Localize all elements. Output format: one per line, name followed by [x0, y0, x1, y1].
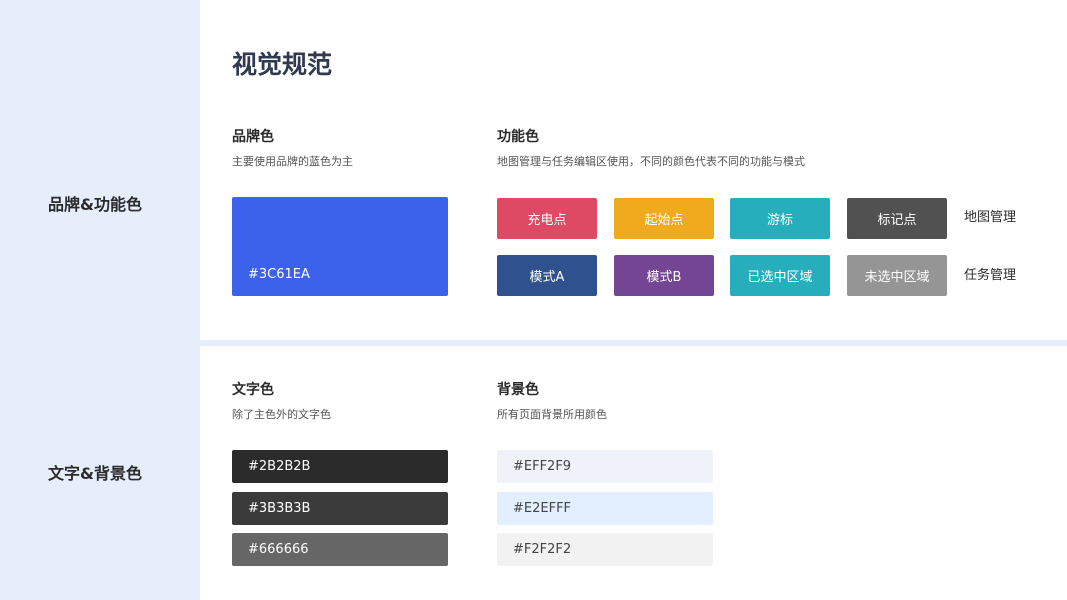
function-chip-mode-b: 模式B: [614, 255, 714, 296]
brand-color-hex: #3C61EA: [248, 267, 310, 282]
function-chip-cursor: 游标: [730, 198, 830, 239]
function-chip-selected-area: 已选中区域: [730, 255, 830, 296]
function-chip-charging-point: 充电点: [497, 198, 597, 239]
background-color-swatch: #E2EFFF: [497, 492, 713, 525]
sidebar-label-brand-function: 品牌&功能色: [48, 195, 142, 214]
text-color-swatch: #3B3B3B: [232, 492, 448, 525]
function-row-label-task-management: 任务管理: [964, 268, 1017, 283]
function-color-desc: 地图管理与任务编辑区使用，不同的颜色代表不同的功能与模式: [497, 155, 805, 168]
text-color-desc: 除了主色外的文字色: [232, 408, 331, 421]
function-chip-unselected-area: 未选中区域: [847, 255, 947, 296]
page-title: 视觉规范: [232, 50, 333, 79]
background-color-swatch: #F2F2F2: [497, 533, 713, 566]
text-color-title: 文字色: [232, 382, 274, 398]
background-color-title: 背景色: [497, 382, 539, 398]
function-row-label-map-management: 地图管理: [964, 210, 1017, 225]
sidebar: 品牌&功能色 文字&背景色: [0, 0, 200, 600]
function-chip-mode-a: 模式A: [497, 255, 597, 296]
section-divider: [200, 340, 1067, 346]
function-color-title: 功能色: [497, 129, 539, 145]
function-chip-marker-point: 标记点: [847, 198, 947, 239]
background-color-desc: 所有页面背景所用颜色: [497, 408, 607, 421]
function-chip-start-point: 起始点: [614, 198, 714, 239]
brand-color-desc: 主要使用品牌的蓝色为主: [232, 155, 353, 168]
text-color-swatch: #666666: [232, 533, 448, 566]
brand-color-title: 品牌色: [232, 129, 274, 145]
brand-color-swatch: #3C61EA: [232, 197, 448, 296]
sidebar-label-text-background: 文字&背景色: [48, 464, 142, 483]
background-color-swatch: #EFF2F9: [497, 450, 713, 483]
text-color-swatch: #2B2B2B: [232, 450, 448, 483]
